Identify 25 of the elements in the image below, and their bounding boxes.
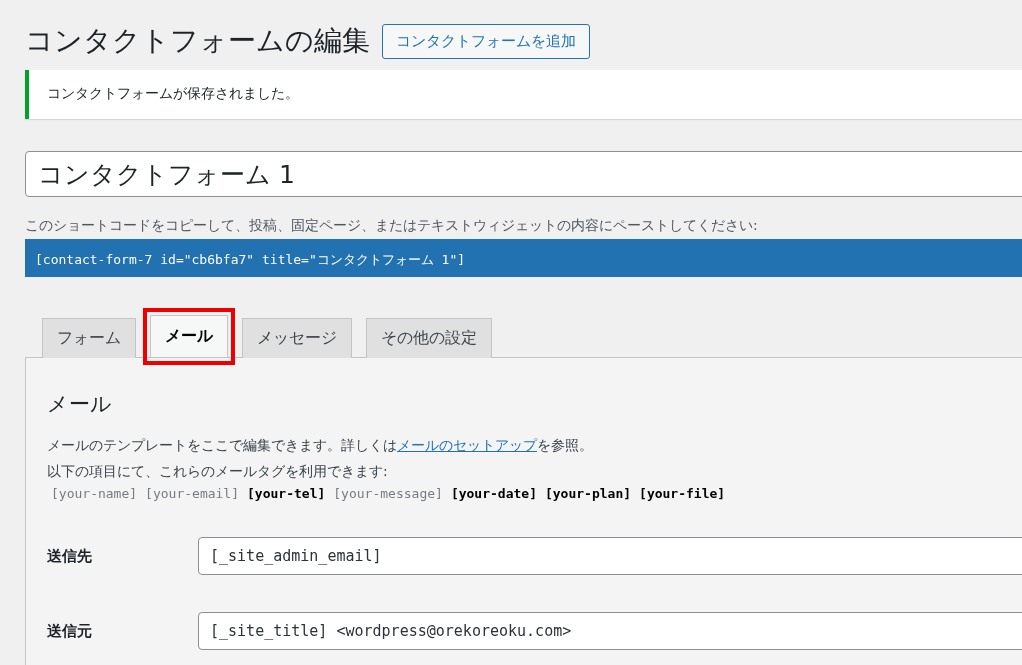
form-title-field[interactable]: コンタクトフォーム 1 — [25, 151, 1022, 197]
mail-tag: [your-message] — [333, 486, 443, 501]
mail-field[interactable]: [_site_admin_email] — [198, 537, 1022, 575]
tab[interactable]: フォーム — [42, 318, 136, 358]
mail-field[interactable]: [_site_title] <wordpress@orekoreoku.com> — [198, 612, 1022, 650]
panel-description: メールのテンプレートをここで編集できます。詳しくはメールのセットアップを参照。 — [47, 436, 594, 455]
mail-tag: [your-date] — [450, 486, 537, 501]
shortcode-bar[interactable]: [contact-form-7 id="cb6bfa7" title="コンタクトフォーム 1"] — [25, 239, 1022, 277]
mail-tag: [your-name] — [51, 486, 138, 501]
add-contact-form-button[interactable]: コンタクトフォームを追加 — [382, 23, 590, 59]
tab[interactable]: メッセージ — [242, 318, 352, 358]
shortcode-hint: このショートコードをコピーして、投稿、固定ページ、またはテキストウィジェットの内容にペーストしてください: — [25, 217, 759, 235]
mail-tag: [your-plan] — [544, 486, 632, 501]
mail-tag: [your-email] — [145, 486, 239, 501]
mail-setup-link[interactable]: メールのセットアップ — [397, 437, 537, 453]
tab[interactable]: メール — [150, 315, 228, 357]
panel-heading: メール — [47, 391, 113, 418]
mail-tag: [your-tel] — [247, 486, 326, 501]
field-label: 送信先 — [47, 546, 93, 566]
tab[interactable]: その他の設定 — [366, 318, 492, 358]
field-label: 送信元 — [47, 621, 93, 641]
page-title: コンタクトフォームの編集 — [25, 23, 370, 59]
tags-intro: 以下の項目にて、これらのメールタグを利用できます: — [47, 462, 389, 481]
mail-tag: [your-file] — [639, 486, 726, 501]
saved-notice: コンタクトフォームが保存されました。 — [25, 70, 1022, 119]
